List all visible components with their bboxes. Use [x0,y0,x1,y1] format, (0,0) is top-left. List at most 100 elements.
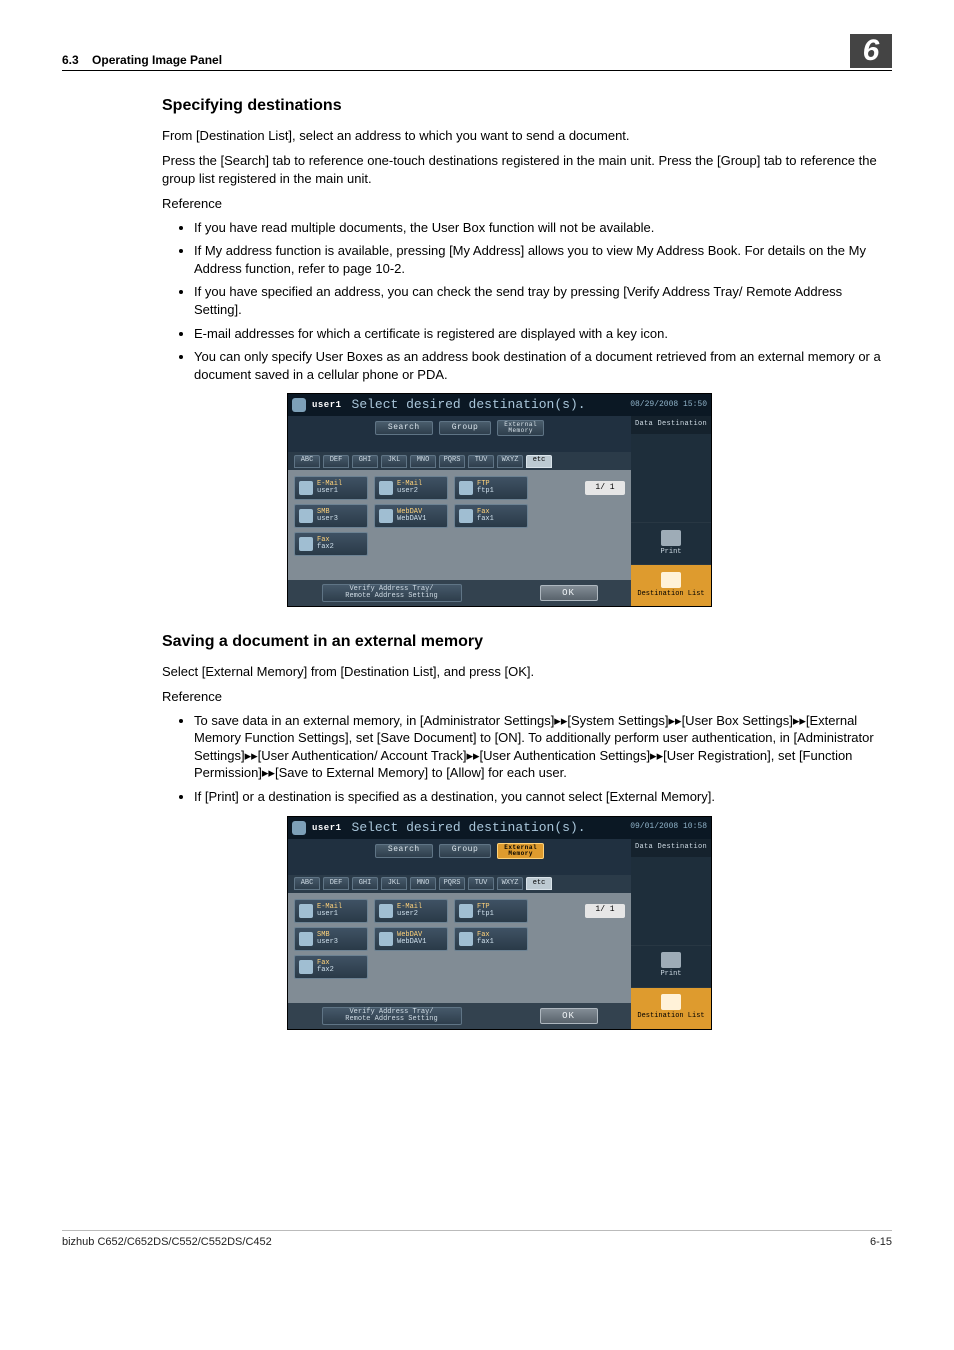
tab-pqrs[interactable]: PQRS [439,877,465,890]
tab-jkl[interactable]: JKL [381,877,407,890]
fax-icon [299,960,313,974]
destination-list-button[interactable]: Destination List [631,987,711,1029]
reference-label-1: Reference [162,195,892,213]
footer-model: bizhub C652/C652DS/C552/C552DS/C452 [62,1235,272,1250]
fax-icon [299,537,313,551]
save-ext-p1: Select [External Memory] from [Destinati… [162,663,892,681]
list-item: If [Print] or a destination is specified… [194,788,892,806]
webdav-icon [379,509,393,523]
chapter-badge: 6 [850,34,892,68]
pager: 1/ 1 [585,904,625,918]
spec-dest-heading: Specifying destinations [162,95,892,117]
verify-address-button[interactable]: Verify Address Tray/Remote Address Setti… [322,584,462,602]
dest-entry[interactable]: E-Mailuser2 [374,899,448,923]
username: user1 [312,822,342,834]
tab-tuv[interactable]: TUV [468,455,494,468]
prompt-text: Select desired destination(s). [352,396,631,414]
tab-def[interactable]: DEF [323,455,349,468]
list-icon [661,994,681,1010]
dest-entry[interactable]: Faxfax1 [454,504,528,528]
dest-entry[interactable]: E-Mailuser2 [374,476,448,500]
ftp-icon [459,481,473,495]
tab-tuv[interactable]: TUV [468,877,494,890]
prompt-text: Select desired destination(s). [352,819,631,837]
page-footer: bizhub C652/C652DS/C552/C552DS/C452 6-15 [62,1230,892,1250]
tab-abc[interactable]: ABC [294,877,320,890]
tab-pqrs[interactable]: PQRS [439,455,465,468]
dest-entry[interactable]: FTPftp1 [454,899,528,923]
footer-page: 6-15 [870,1235,892,1250]
search-tab[interactable]: Search [375,421,433,435]
titlebar: user1 Select desired destination(s). 09/… [288,817,711,839]
dest-entry[interactable]: SMBuser3 [294,504,368,528]
spec-dest-p1: From [Destination List], select an addre… [162,127,892,145]
data-destination-label: Data Destination [631,416,711,434]
dest-entry[interactable]: Faxfax2 [294,532,368,556]
print-button[interactable]: Print [631,522,711,564]
dest-entry[interactable]: FTPftp1 [454,476,528,500]
tab-etc[interactable]: etc [526,877,552,890]
smb-icon [299,932,313,946]
dest-entry[interactable]: E-Mailuser1 [294,899,368,923]
ui-screenshot-2: user1 Select desired destination(s). 09/… [287,816,712,1030]
destination-grid: E-Mailuser1 E-Mailuser2 FTPftp1 1/ 1 SMB… [288,893,631,1003]
section-title: Operating Image Panel [92,53,222,67]
group-tab[interactable]: Group [439,421,492,435]
print-button[interactable]: Print [631,945,711,987]
tab-abc[interactable]: ABC [294,455,320,468]
tab-ghi[interactable]: GHI [352,877,378,890]
tab-jkl[interactable]: JKL [381,455,407,468]
tab-mno[interactable]: MNO [410,877,436,890]
tab-wxyz[interactable]: WXYZ [497,877,523,890]
dest-entry[interactable]: WebDAVWebDAV1 [374,927,448,951]
email-icon [379,481,393,495]
dest-entry[interactable]: WebDAVWebDAV1 [374,504,448,528]
email-icon [299,904,313,918]
list-item: To save data in an external memory, in [… [194,712,892,782]
dest-entry[interactable]: Faxfax2 [294,955,368,979]
dest-entry[interactable]: SMBuser3 [294,927,368,951]
user-icon [292,398,306,412]
ok-button[interactable]: OK [540,1008,598,1024]
pager: 1/ 1 [585,481,625,495]
ok-button[interactable]: OK [540,585,598,601]
print-icon [661,952,681,968]
reference-label-2: Reference [162,688,892,706]
list-item: If My address function is available, pre… [194,242,892,277]
ftp-icon [459,904,473,918]
list-icon [661,572,681,588]
group-tab[interactable]: Group [439,844,492,858]
destination-list-button[interactable]: Destination List [631,564,711,606]
fax-icon [459,509,473,523]
datetime: 08/29/2008 15:50 [630,400,707,411]
search-tab[interactable]: Search [375,844,433,858]
external-memory-tab[interactable]: External Memory [497,420,544,436]
verify-address-button[interactable]: Verify Address Tray/Remote Address Setti… [322,1007,462,1025]
section-num: 6.3 [62,53,79,67]
fax-icon [459,932,473,946]
tab-def[interactable]: DEF [323,877,349,890]
webdav-icon [379,932,393,946]
tab-ghi[interactable]: GHI [352,455,378,468]
list-item: E-mail addresses for which a certificate… [194,325,892,343]
tab-wxyz[interactable]: WXYZ [497,455,523,468]
tab-mno[interactable]: MNO [410,455,436,468]
ui-screenshot-1: user1 Select desired destination(s). 08/… [287,393,712,607]
dest-entry[interactable]: Faxfax1 [454,927,528,951]
titlebar: user1 Select desired destination(s). 08/… [288,394,711,416]
smb-icon [299,509,313,523]
user-icon [292,821,306,835]
datetime: 09/01/2008 10:58 [630,822,707,833]
destination-grid: E-Mailuser1 E-Mailuser2 FTPftp1 1/ 1 SMB… [288,470,631,580]
list-item: If you have read multiple documents, the… [194,219,892,237]
reference-list-1: If you have read multiple documents, the… [162,219,892,383]
tab-etc[interactable]: etc [526,455,552,468]
reference-list-2: To save data in an external memory, in [… [162,712,892,806]
email-icon [379,904,393,918]
spec-dest-p2: Press the [Search] tab to reference one-… [162,152,892,187]
dest-entry[interactable]: E-Mailuser1 [294,476,368,500]
list-item: If you have specified an address, you ca… [194,283,892,318]
alpha-tabs: ABC DEF GHI JKL MNO PQRS TUV WXYZ etc [288,452,631,470]
external-memory-tab[interactable]: External Memory [497,843,544,859]
section-breadcrumb: 6.3 Operating Image Panel [62,52,222,68]
